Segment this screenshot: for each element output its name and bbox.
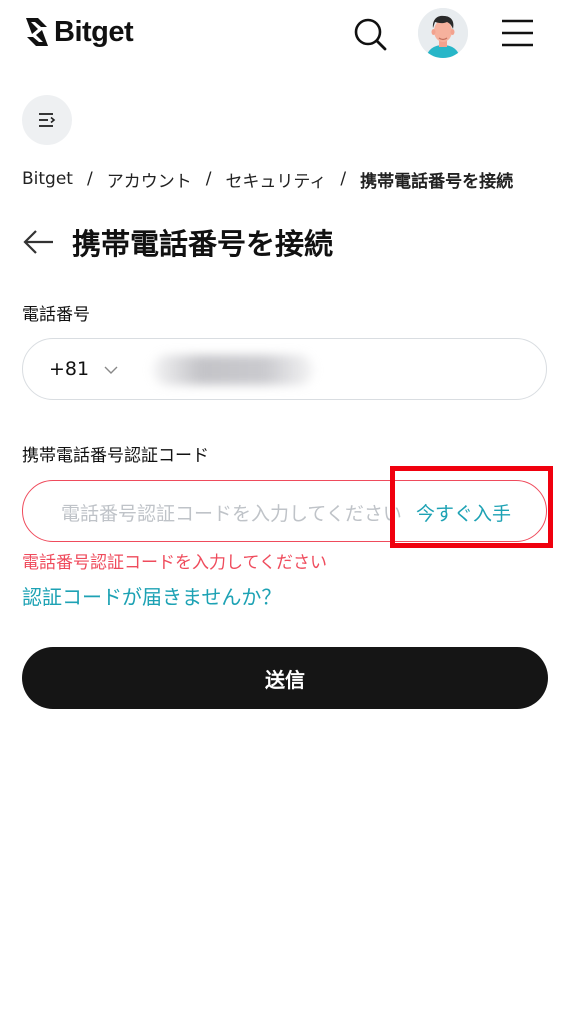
title-row: 携帯電話番号を接続 (22, 222, 333, 262)
hamburger-menu-icon (502, 19, 533, 47)
avatar-icon (418, 8, 468, 58)
breadcrumb-item-bitget[interactable]: Bitget (22, 169, 73, 189)
highlight-annotation-box (390, 466, 553, 548)
search-icon (354, 18, 387, 51)
verification-code-label: 携帯電話番号認証コード (22, 446, 209, 466)
search-button[interactable] (350, 14, 390, 54)
submit-button[interactable]: 送信 (22, 647, 548, 709)
phone-number-value-blurred[interactable] (153, 355, 313, 385)
breadcrumb-separator: / (205, 169, 212, 189)
top-header: Bitget (0, 0, 572, 70)
page-title: 携帯電話番号を接続 (72, 227, 334, 261)
verification-code-placeholder[interactable]: 電話番号認証コードを入力してください (61, 499, 406, 526)
user-avatar[interactable] (418, 8, 468, 58)
logo-text: Bitget (54, 15, 134, 48)
phone-number-field[interactable]: +81 (22, 338, 547, 400)
bitget-logo[interactable]: Bitget (22, 12, 134, 52)
sidebar-toggle-button[interactable] (22, 95, 72, 145)
menu-button[interactable] (498, 14, 538, 54)
error-message: 電話番号認証コードを入力してください (22, 553, 327, 573)
breadcrumb-separator: / (340, 169, 347, 189)
list-collapse-icon (39, 113, 56, 127)
phone-number-label: 電話番号 (22, 305, 90, 325)
code-not-received-link[interactable]: 認証コードが届きませんか？ (22, 581, 281, 610)
breadcrumb-item-account[interactable]: アカウント (107, 167, 192, 192)
breadcrumb-item-security[interactable]: セキュリティ (225, 167, 326, 192)
country-code-select[interactable]: +81 (49, 358, 89, 380)
breadcrumb: Bitget / アカウント / セキュリティ / 携帯電話番号を接続 (22, 167, 514, 192)
chevron-down-icon[interactable] (103, 362, 119, 378)
back-arrow-icon[interactable] (22, 227, 56, 257)
breadcrumb-current: 携帯電話番号を接続 (360, 171, 514, 192)
breadcrumb-separator: / (86, 169, 93, 189)
bitget-logo-icon (26, 18, 48, 46)
